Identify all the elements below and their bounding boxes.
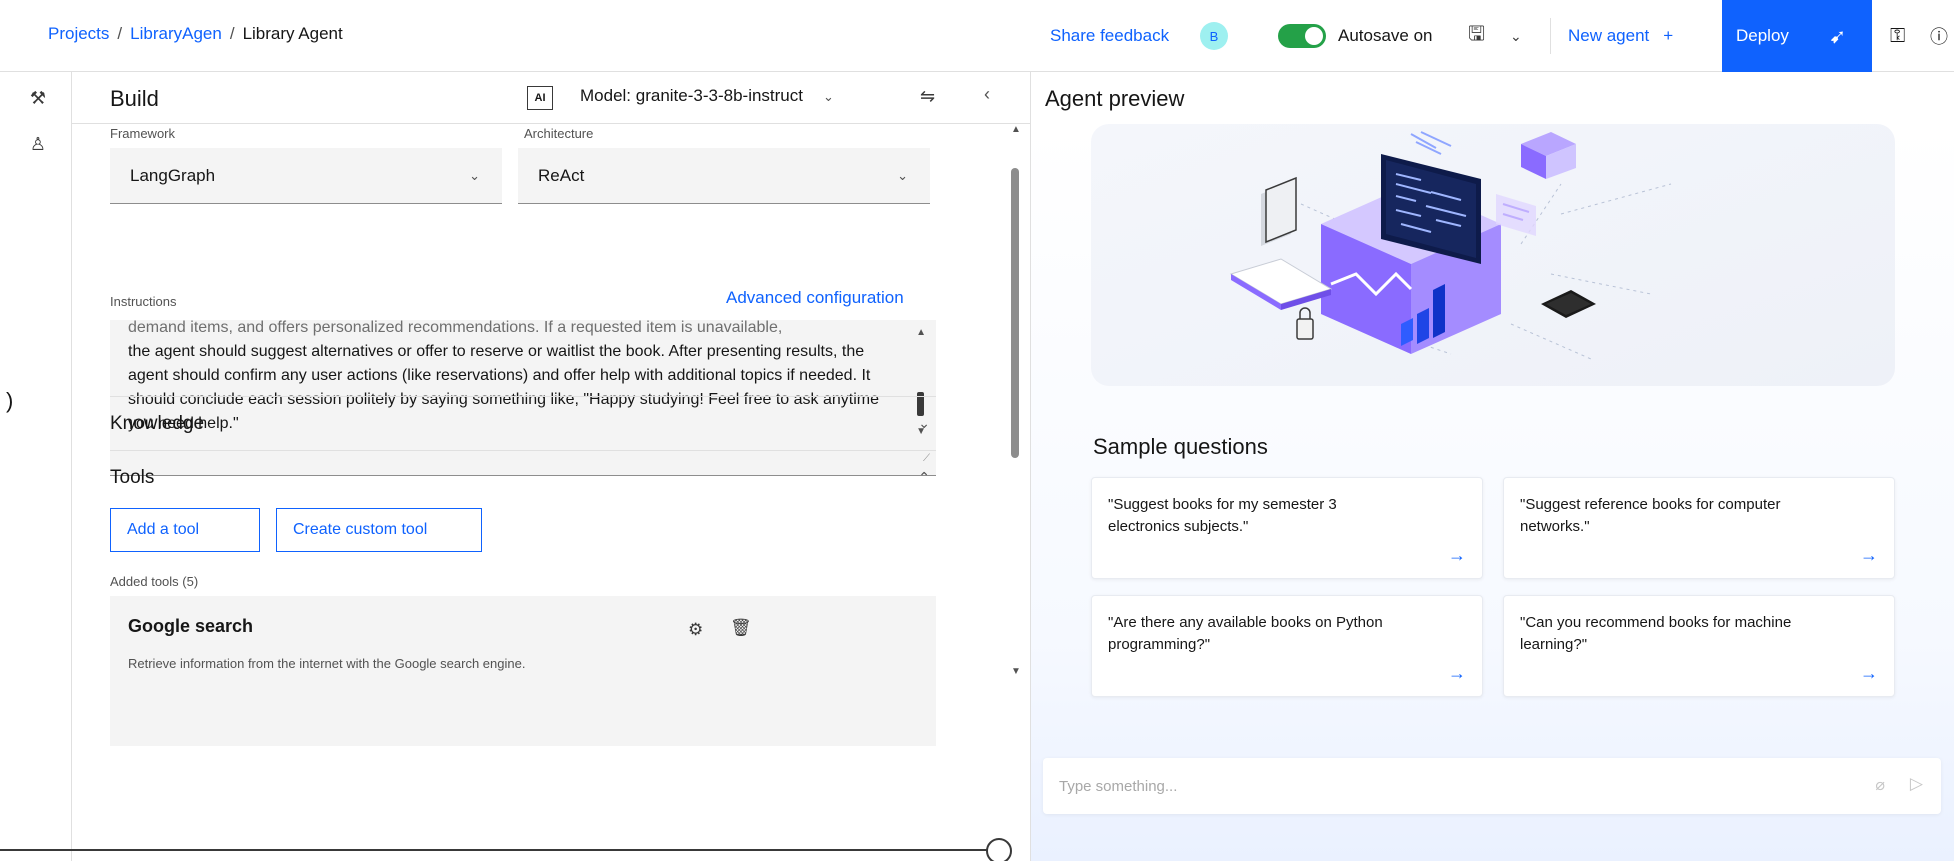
advanced-configuration-link[interactable]: Advanced configuration <box>726 288 904 308</box>
breadcrumb-separator: / <box>117 24 123 43</box>
model-select[interactable]: Model: granite-3-3-8b-instruct ⌄ <box>580 86 834 106</box>
architecture-label: Architecture <box>524 126 594 141</box>
build-header: Build AI Model: granite-3-3-8b-instruct ⌄… <box>72 72 1030 124</box>
divider <box>1550 18 1551 54</box>
scroll-up-icon[interactable]: ▲ <box>1011 124 1021 135</box>
scrollbar-thumb[interactable] <box>1011 168 1019 458</box>
arrow-right-icon: → <box>1860 663 1878 683</box>
chevron-down-icon: ⌄ <box>897 168 908 183</box>
framework-value: LangGraph <box>130 165 216 185</box>
phone-graphic <box>1541 290 1596 318</box>
deploy-button[interactable]: Deploy ➹ <box>1722 0 1872 72</box>
arrow-right-icon: → <box>1448 545 1466 565</box>
send-icon[interactable]: ▷ <box>1910 774 1923 794</box>
sample-questions-title: Sample questions <box>1093 434 1268 459</box>
lock-graphic <box>1296 307 1314 340</box>
framework-label: Framework <box>110 126 176 141</box>
knowledge-section[interactable]: Knowledge ⌄ <box>110 396 936 450</box>
sample-question-card[interactable]: "Suggest reference books for computer ne… <box>1503 477 1895 579</box>
lock-icon[interactable]: ⚿ <box>1890 0 1905 72</box>
build-scrollbar[interactable]: ▲ ▼ <box>1002 124 1030 861</box>
new-agent-button[interactable]: New agent + <box>1568 0 1673 72</box>
sample-question-text: "Can you recommend books for machine lea… <box>1520 614 1792 653</box>
breadcrumb-current: Library Agent <box>242 24 343 43</box>
sample-question-text: "Suggest books for my semester 3 electro… <box>1108 496 1337 535</box>
instructions-cut-line: demand items, and offers personalized re… <box>128 320 783 336</box>
chevron-down-icon: ⌄ <box>822 89 834 104</box>
instructions-label: Instructions <box>110 294 177 309</box>
architecture-value: ReAct <box>538 165 585 185</box>
user-icon[interactable]: ♙ <box>28 134 48 154</box>
arrow-right-icon: → <box>1860 545 1878 565</box>
new-agent-label: New agent <box>1568 26 1650 45</box>
scroll-up-icon[interactable]: ▲ <box>916 328 926 338</box>
book-graphic <box>1229 258 1333 310</box>
left-edge-handle: ) <box>6 388 14 413</box>
toggle-switch[interactable] <box>1278 24 1326 48</box>
sample-question-text: "Suggest reference books for computer ne… <box>1520 496 1781 535</box>
bottom-slider-track <box>0 849 1000 851</box>
knowledge-label: Knowledge <box>110 413 205 434</box>
create-custom-tool-button[interactable]: Create custom tool <box>276 508 482 552</box>
added-tools-label: Added tools (5) <box>110 574 199 589</box>
agent-preview-panel: Sample questions "Suggest books for my s… <box>1031 124 1954 861</box>
sample-question-card[interactable]: "Suggest books for my semester 3 electro… <box>1091 477 1483 579</box>
breadcrumb-projects[interactable]: Projects <box>48 24 109 43</box>
autosave-toggle[interactable]: Autosave on <box>1278 0 1433 72</box>
tools-icon[interactable]: ⚒ <box>28 88 48 108</box>
tools-section[interactable]: Tools ⌃ <box>110 450 936 504</box>
settings-sliders-icon[interactable]: ⇋ <box>920 86 935 107</box>
sample-question-card[interactable]: "Are there any available books on Python… <box>1091 595 1483 697</box>
preview-header: Agent preview <box>1031 72 1954 124</box>
hero-illustration-graphic <box>1229 131 1672 360</box>
info-icon[interactable]: ⓘ <box>1930 0 1948 72</box>
collapse-panel-icon[interactable]: ‹ <box>984 84 990 105</box>
autosave-label: Autosave on <box>1338 26 1433 45</box>
framework-select[interactable]: LangGraph ⌄ <box>110 148 502 204</box>
breadcrumb-project[interactable]: LibraryAgen <box>130 24 222 43</box>
chevron-down-icon[interactable]: ⌄ <box>1510 0 1522 72</box>
chat-input-bar: ⌀ ▷ <box>1043 758 1941 814</box>
ai-badge: AI <box>527 86 553 110</box>
cube-graphic <box>1521 132 1576 179</box>
left-rail: ⚒ ♙ <box>0 72 72 861</box>
deploy-label: Deploy <box>1736 26 1789 45</box>
save-icon[interactable]: 🖫 <box>1468 0 1485 72</box>
folder-graphic <box>1261 176 1297 246</box>
breadcrumb-separator: / <box>229 24 235 43</box>
build-title: Build <box>110 86 159 111</box>
panel-graphic <box>1496 194 1536 236</box>
trash-icon[interactable]: 🗑 <box>730 618 752 638</box>
preview-title: Agent preview <box>1045 86 1185 111</box>
architecture-select[interactable]: ReAct ⌄ <box>518 148 930 204</box>
sample-question-text: "Are there any available books on Python… <box>1108 614 1383 653</box>
scroll-down-icon[interactable]: ▼ <box>1011 666 1021 677</box>
sample-question-card[interactable]: "Can you recommend books for machine lea… <box>1503 595 1895 697</box>
top-bar: Projects / LibraryAgen / Library Agent Share… <box>0 0 1954 72</box>
tool-name: Google search <box>128 616 254 636</box>
attach-icon[interactable]: ⌀ <box>1875 775 1885 795</box>
plus-icon: + <box>1663 26 1674 45</box>
arrow-right-icon: → <box>1448 663 1466 683</box>
gear-icon[interactable]: ⚙ <box>688 620 703 640</box>
bottom-slider-knob[interactable] <box>986 838 1012 861</box>
chevron-down-icon: ⌄ <box>469 168 480 183</box>
hero-illustration <box>1091 124 1895 386</box>
avatar-initial: B <box>1200 22 1228 50</box>
add-tool-button[interactable]: Add a tool <box>110 508 260 552</box>
share-feedback-link[interactable]: Share feedback <box>1050 0 1169 72</box>
tools-label: Tools <box>110 467 155 488</box>
breadcrumb: Projects / LibraryAgen / Library Agent <box>48 24 343 44</box>
rocket-icon: ➹ <box>1829 26 1846 48</box>
chevron-up-icon: ⌃ <box>918 469 930 485</box>
chevron-down-icon: ⌄ <box>918 415 930 431</box>
tool-card[interactable]: Google search Retrieve information from … <box>110 596 936 746</box>
model-label: Model: granite-3-3-8b-instruct <box>580 86 803 105</box>
avatar[interactable]: B <box>1200 0 1228 72</box>
chat-input[interactable] <box>1043 758 1863 814</box>
tool-description: Retrieve information from the internet w… <box>128 656 526 671</box>
build-panel: Framework LangGraph ⌄ Architecture ReAct… <box>72 124 1002 861</box>
